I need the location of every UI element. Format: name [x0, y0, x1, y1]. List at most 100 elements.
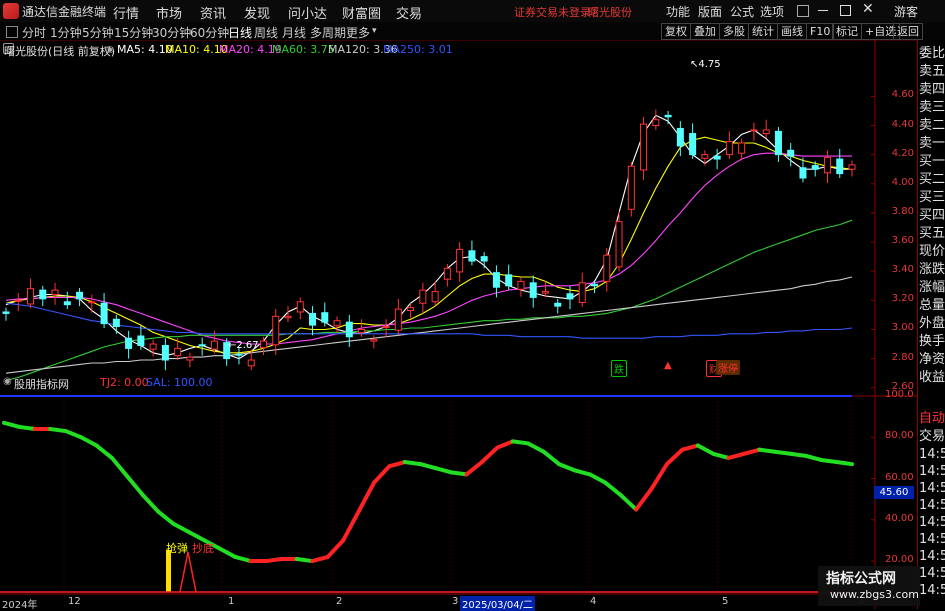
candle-body	[541, 291, 549, 294]
tab-intraday[interactable]: 分时	[22, 24, 46, 41]
more-chevron-icon[interactable]: ▾	[372, 26, 377, 36]
indicator-segment	[264, 556, 284, 564]
event-triangle-icon[interactable]: ▲	[664, 360, 672, 371]
side-panel-label: 涨幅	[919, 280, 945, 295]
overlay-button[interactable]: 叠加	[690, 23, 720, 40]
indicator-segment	[711, 451, 731, 460]
menu-discover[interactable]: 发现	[244, 3, 270, 22]
tab-multi-period[interactable]: 多周期	[310, 24, 346, 41]
indicator-segment	[94, 443, 114, 460]
candle-body	[370, 339, 378, 342]
event-badge-limit-up[interactable]: 涨停	[716, 360, 740, 375]
tab-weekly[interactable]: 周线	[254, 24, 278, 41]
side-panel-label: 卖三	[919, 100, 945, 115]
signal-label-bottom: 抄底	[192, 542, 214, 555]
drawing-button[interactable]: 画线	[777, 23, 807, 40]
guest-user[interactable]: 游客	[894, 3, 918, 20]
ma120-line	[5, 276, 853, 374]
candle-body	[431, 291, 439, 303]
candle-body	[174, 347, 182, 357]
indicator-axis-tick: 100.0	[885, 389, 914, 400]
kline-chart[interactable]	[0, 40, 917, 609]
tab-60min[interactable]: 60分钟	[190, 24, 229, 41]
minimize-icon[interactable]	[818, 10, 828, 11]
tab-1min[interactable]: 1分钟	[50, 24, 82, 41]
candle-body	[382, 326, 390, 329]
maximize-icon[interactable]	[840, 5, 851, 16]
close-icon[interactable]: ✕	[862, 1, 874, 17]
candle-body	[836, 158, 844, 175]
side-panel-label: 14:56	[919, 481, 945, 496]
candle-body	[88, 301, 96, 304]
price-axis-tick: 4.00	[891, 176, 914, 188]
back-button[interactable]: 返回	[893, 23, 923, 40]
candle-body	[811, 165, 819, 170]
tab-more[interactable]: 更多	[346, 24, 370, 41]
menu-layout[interactable]: 版面	[698, 3, 722, 20]
menu-functions[interactable]: 功能	[666, 3, 690, 20]
moving-average-lines	[5, 114, 853, 381]
trade-login-notice[interactable]: 证券交易未登录	[514, 4, 591, 20]
x-axis-label: 5	[722, 596, 729, 607]
indicator-segment	[171, 521, 192, 535]
x-axis-label: 1	[228, 596, 235, 607]
side-panel-label: 卖五	[919, 64, 945, 79]
menu-formula[interactable]: 公式	[730, 3, 754, 20]
candle-body	[51, 289, 59, 295]
event-badge-fall[interactable]: 跌	[611, 360, 627, 377]
statistics-button[interactable]: 统计	[748, 23, 778, 40]
candle-body	[578, 282, 586, 304]
candle-body	[823, 157, 831, 174]
menu-wealth-circle[interactable]: 财富圈	[342, 3, 381, 22]
indicator-segment	[695, 443, 716, 456]
side-panel-label: 净资	[919, 352, 945, 367]
menu-ask-xiaoda[interactable]: 问小达	[288, 3, 327, 22]
menu-trade[interactable]: 交易	[396, 3, 422, 22]
layout-toggle-icon[interactable]	[6, 26, 18, 38]
menu-quotes[interactable]: 行情	[113, 3, 139, 22]
indicator-segment	[603, 480, 623, 498]
tab-15min[interactable]: 15分钟	[114, 24, 153, 41]
candle-body	[799, 167, 807, 179]
side-panel-label: 14:56	[919, 549, 945, 564]
current-indicator-value: 45.60	[874, 486, 914, 499]
price-axis-tick: 4.20	[891, 147, 914, 159]
price-axis-tick: 4.40	[891, 118, 914, 130]
candle-body	[345, 321, 353, 338]
side-panel-label: 14:56	[919, 498, 945, 513]
side-panel-label: 现价	[919, 244, 945, 259]
window-skin-icon[interactable]	[797, 5, 809, 17]
site-watermark: 指标公式网 www.zbgs3.com	[818, 566, 920, 606]
candle-body	[186, 356, 194, 361]
indicator-title: 股朋指标网	[14, 378, 69, 391]
indicator-segment	[341, 509, 361, 543]
candle-body	[321, 312, 329, 323]
candle-body	[272, 315, 280, 346]
mark-button[interactable]: 标记	[832, 23, 862, 40]
tab-30min[interactable]: 30分钟	[152, 24, 191, 41]
indicator-toggle-icon[interactable]: ◉	[106, 45, 114, 55]
candle-body	[529, 282, 537, 298]
side-panel-label: 14:56	[919, 447, 945, 462]
indicator-segment	[649, 462, 669, 491]
indicator-segment	[63, 429, 84, 440]
tab-monthly[interactable]: 月线	[282, 24, 306, 41]
menu-news[interactable]: 资讯	[200, 3, 226, 22]
f10-button[interactable]: F10	[806, 23, 835, 40]
indicator-segment	[387, 460, 407, 469]
indicator-segment	[680, 443, 700, 452]
indicator-segment	[48, 427, 68, 434]
tab-5min[interactable]: 5分钟	[82, 24, 114, 41]
indicator-segment	[233, 554, 253, 564]
side-panel-label: 交易	[919, 429, 945, 444]
tab-daily[interactable]: 日线	[228, 24, 252, 41]
adjust-price-button[interactable]: 复权	[661, 23, 691, 40]
signal-spike	[179, 551, 197, 593]
multi-stock-button[interactable]: 多股	[719, 23, 749, 40]
candle-body	[14, 299, 22, 302]
indicator-settings-icon[interactable]: ◉	[3, 376, 12, 387]
indicator-segment	[109, 455, 130, 479]
candle-body	[492, 272, 500, 288]
menu-options[interactable]: 选项	[760, 3, 784, 20]
menu-market[interactable]: 市场	[156, 3, 182, 22]
